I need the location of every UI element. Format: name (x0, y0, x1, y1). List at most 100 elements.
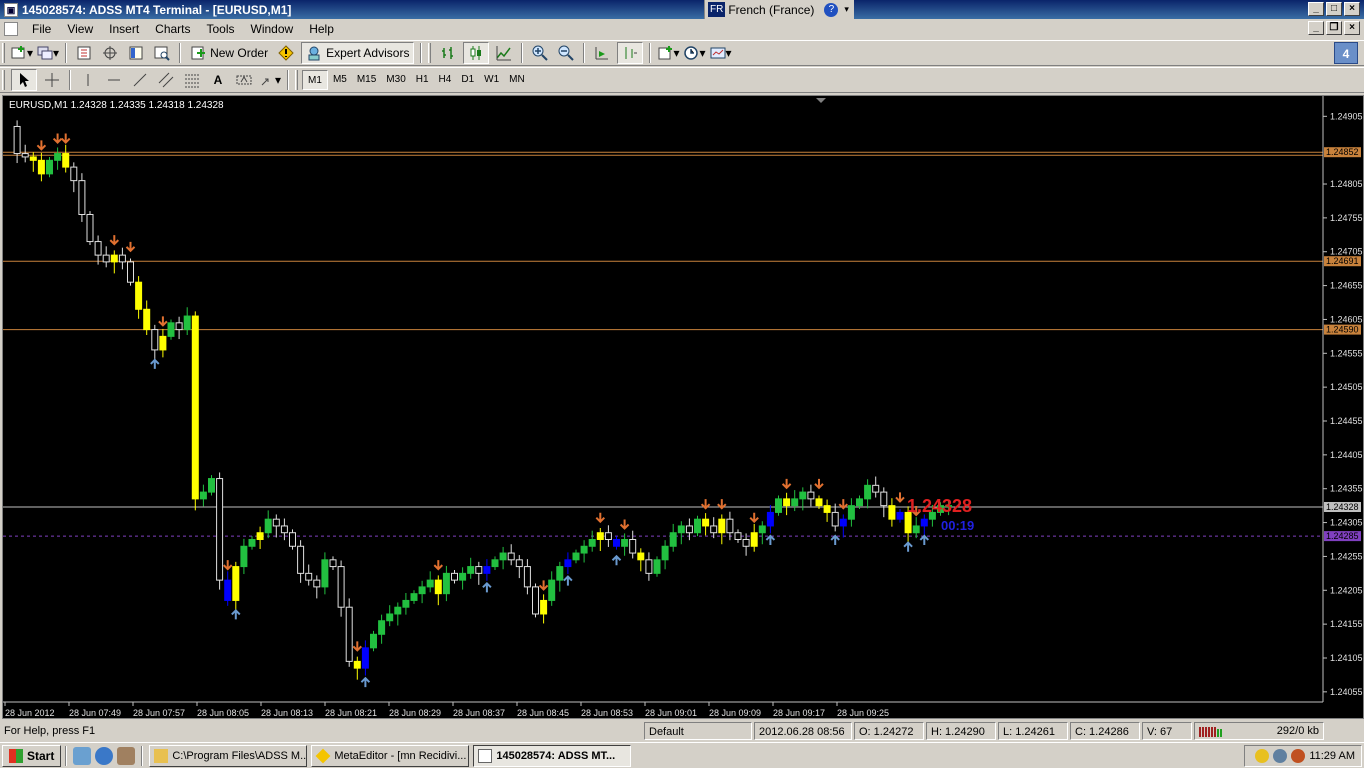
buy-signal-arrow (765, 534, 776, 545)
toolbar-grip[interactable] (295, 70, 299, 90)
data-window-button[interactable] (99, 42, 121, 64)
market-watch-button[interactable] (73, 42, 95, 64)
maximize-button[interactable]: □ (1326, 2, 1342, 16)
mdi-minimize-button[interactable]: _ (1308, 21, 1324, 35)
menu-insert[interactable]: Insert (101, 22, 147, 36)
expert-advisors-button[interactable]: Expert Advisors (301, 42, 415, 64)
candle-body (459, 572, 467, 581)
timeframe-w1-button[interactable]: W1 (479, 70, 504, 90)
candle-body (580, 545, 588, 554)
task-explorer[interactable]: C:\Program Files\ADSS M... (149, 744, 308, 767)
text-label-icon (236, 75, 252, 85)
notification-badge[interactable]: 4 (1334, 42, 1358, 64)
crosshair-tool-button[interactable] (41, 69, 63, 91)
mdi-close-button[interactable]: × (1344, 21, 1360, 35)
sell-signal-arrow (595, 512, 606, 524)
minimize-button[interactable]: _ (1308, 2, 1324, 16)
text-tool-button[interactable]: A (207, 69, 229, 91)
line-chart-button[interactable] (493, 42, 515, 64)
menu-view[interactable]: View (59, 22, 101, 36)
candle-body (361, 647, 369, 669)
language-name[interactable]: French (France) (728, 3, 814, 17)
indicators-button[interactable]: ▾ (657, 42, 679, 64)
toolbar-grip[interactable] (2, 70, 5, 90)
toolbar-grip[interactable] (428, 43, 432, 63)
fibonacci-button[interactable] (181, 69, 203, 91)
cursor-tool-button[interactable] (11, 69, 37, 91)
profiles-button[interactable]: ▾ (37, 42, 59, 64)
chart-window[interactable]: 1.24852 1.24691 1.24590 1.24328 1.24285 1.24… (2, 95, 1364, 719)
vertical-line-button[interactable] (77, 69, 99, 91)
price-tick-label: 1.24255 (1330, 551, 1363, 561)
timeframe-m15-button[interactable]: M15 (352, 70, 381, 90)
timeframe-m30-button[interactable]: M30 (381, 70, 410, 90)
close-button[interactable]: × (1344, 2, 1360, 16)
timeframe-h1-button[interactable]: H1 (411, 70, 434, 90)
menu-help[interactable]: Help (301, 22, 342, 36)
warning-icon[interactable] (1255, 749, 1270, 763)
terminal-button[interactable] (151, 42, 173, 64)
new-order-button[interactable]: New Order (187, 42, 271, 64)
periodicity-button[interactable]: ▾ (683, 42, 706, 64)
task-metaeditor[interactable]: MetaEditor - [mn Recidivi... (311, 744, 470, 767)
document-icon[interactable] (4, 21, 18, 36)
timeframe-h4-button[interactable]: H4 (434, 70, 457, 90)
zoom-out-button[interactable] (555, 42, 577, 64)
price-chart[interactable]: 1.24852 1.24691 1.24590 1.24328 1.24285 1.24… (3, 96, 1363, 718)
equidistant-channel-button[interactable] (155, 69, 177, 91)
expert-advisors-label: Expert Advisors (326, 46, 410, 60)
auto-scroll-button[interactable] (591, 42, 613, 64)
templates-button[interactable]: ▾ (710, 42, 732, 64)
candle-body (718, 518, 726, 534)
timeframe-mn-button[interactable]: MN (504, 70, 530, 90)
menu-file[interactable]: File (24, 22, 59, 36)
status-help: For Help, press F1 (4, 725, 96, 737)
timeframe-d1-button[interactable]: D1 (456, 70, 479, 90)
candle-body (523, 566, 531, 588)
new-order-label: New Order (210, 46, 269, 60)
crosshair-data-icon (103, 46, 118, 60)
sell-signal-arrow (109, 235, 120, 246)
timeframe-m5-button[interactable]: M5 (328, 70, 352, 90)
candle-body (807, 491, 815, 500)
candle-body (394, 606, 402, 615)
zoom-in-button[interactable] (529, 42, 551, 64)
candle-body (321, 559, 329, 588)
chevron-down-icon[interactable]: ▾ (844, 4, 849, 15)
arrows-button[interactable]: ▾ (259, 69, 281, 91)
help-icon[interactable]: ? (824, 2, 839, 17)
show-desktop-icon[interactable] (73, 746, 92, 765)
menu-charts[interactable]: Charts (147, 22, 198, 36)
text-label-button[interactable] (233, 69, 255, 91)
network-icon[interactable] (117, 746, 136, 765)
task-terminal[interactable]: 145028574: ADSS MT... (473, 744, 632, 767)
new-chart-button[interactable]: ▾ (11, 42, 33, 64)
candlestick-button[interactable] (463, 42, 490, 64)
chart-shift-marker[interactable] (816, 98, 826, 103)
language-code[interactable]: FR (708, 2, 726, 17)
navigator-button[interactable] (125, 42, 147, 64)
mdi-restore-button[interactable]: ❐ (1326, 21, 1342, 35)
trendline-button[interactable] (129, 69, 151, 91)
app-tray-icon[interactable] (1291, 749, 1306, 763)
candle-body (588, 538, 596, 547)
chart-shift-button[interactable] (617, 42, 644, 64)
candle-body (451, 572, 458, 581)
candle-body (888, 505, 896, 520)
horizontal-line-button[interactable] (103, 69, 125, 91)
bar-chart-button[interactable] (437, 42, 459, 64)
timeframe-m1-button[interactable]: M1 (302, 70, 328, 90)
start-button[interactable]: Start (2, 744, 62, 767)
clock[interactable]: 11:29 AM (1309, 750, 1355, 762)
sell-signal-arrow (125, 241, 136, 253)
metaeditor-button[interactable] (275, 42, 297, 64)
menu-window[interactable]: Window (243, 22, 302, 36)
candle-body (540, 599, 548, 615)
menu-tools[interactable]: Tools (199, 22, 243, 36)
internet-explorer-icon[interactable] (95, 746, 114, 765)
security-icon[interactable] (1273, 749, 1288, 763)
candle-body (685, 525, 693, 534)
toolbar-grip[interactable] (2, 43, 5, 63)
language-bar[interactable]: FR French (France) ? ▾ (704, 0, 854, 19)
candle-body (110, 254, 118, 263)
